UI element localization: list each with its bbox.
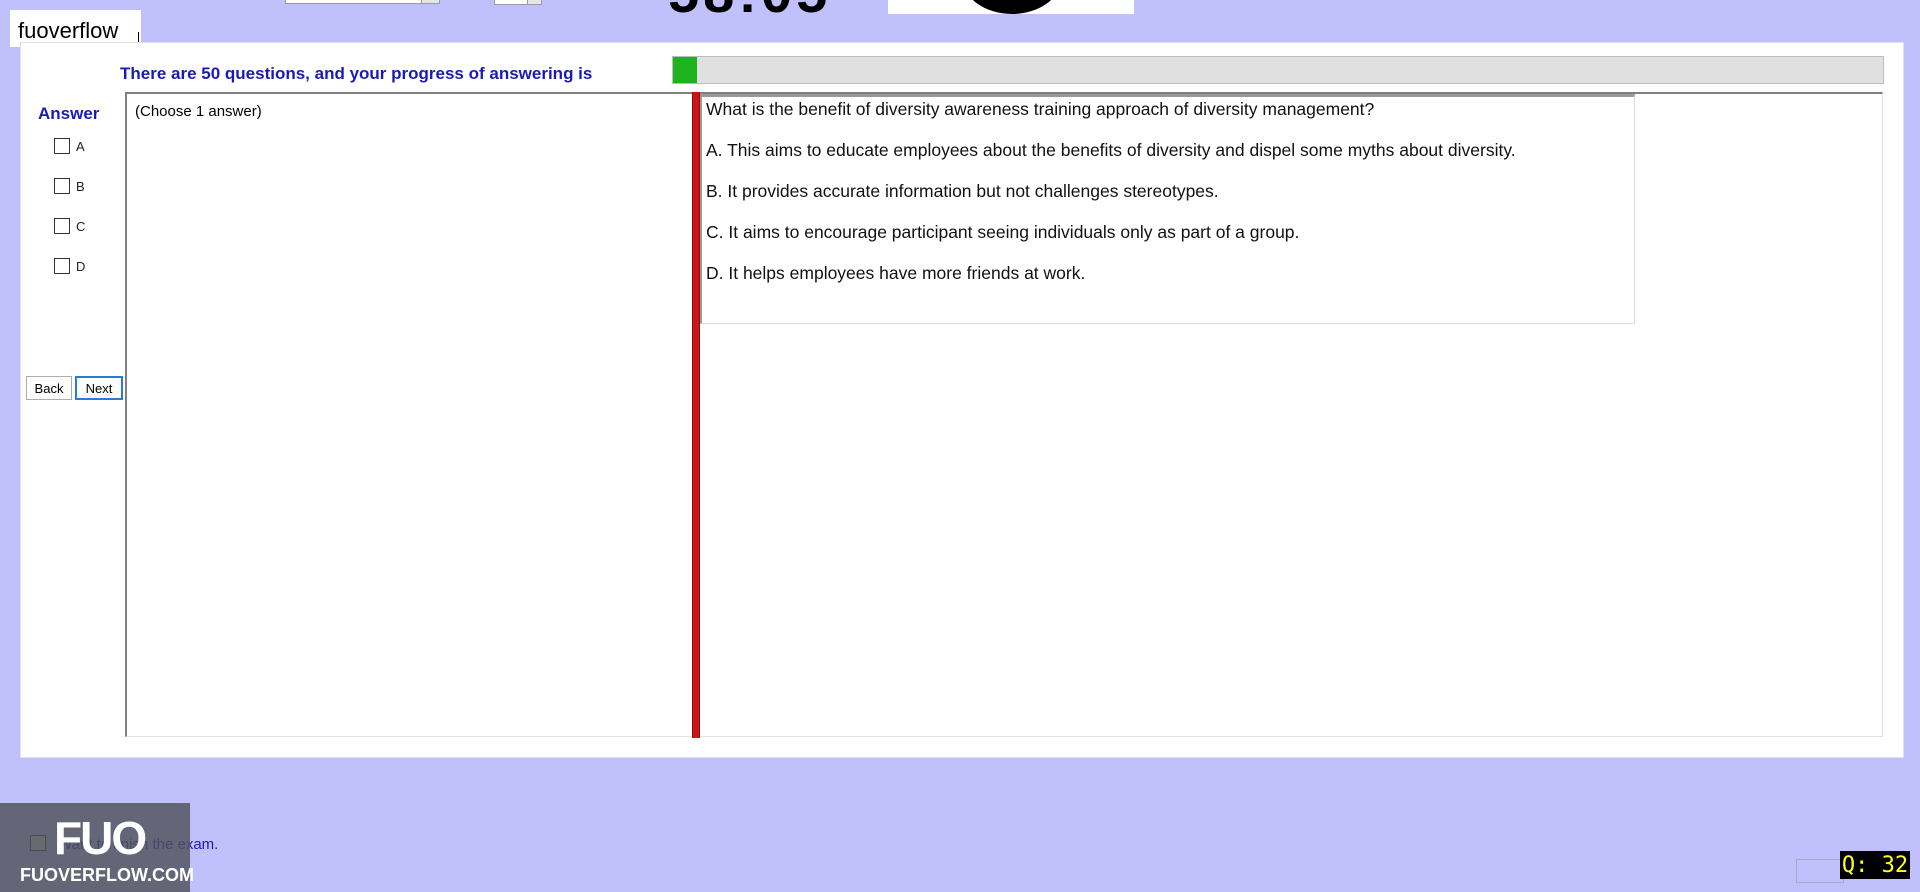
answer-option-c[interactable]: C xyxy=(54,218,85,234)
question-counter-badge: Q: 32 xyxy=(1840,851,1910,879)
small-input-box[interactable] xyxy=(1796,859,1844,883)
answer-option-c-label: C xyxy=(76,218,86,234)
top-spinbox[interactable] xyxy=(494,0,542,5)
dropdown-arrow-icon[interactable] xyxy=(421,0,439,3)
next-button[interactable]: Next xyxy=(75,376,123,400)
image-shape xyxy=(962,0,1062,14)
question-box xyxy=(700,94,1635,324)
logo-mark: FUO xyxy=(54,812,147,864)
progress-bar xyxy=(672,56,1884,84)
panel-splitter[interactable] xyxy=(692,92,700,738)
question-choice-d: D. It helps employees have more friends … xyxy=(706,263,1086,283)
answer-option-d-label: D xyxy=(76,258,86,274)
top-image-panel xyxy=(888,0,1134,14)
logo-wordmark: FUOVERFLOW.COM xyxy=(20,865,194,885)
top-combobox[interactable] xyxy=(285,0,440,4)
brand-label-text: fuoverflow xyxy=(18,18,119,43)
checkbox-b[interactable] xyxy=(54,178,70,194)
answer-option-d[interactable]: D xyxy=(54,258,85,274)
answer-option-b-label: B xyxy=(76,178,85,194)
checkbox-a[interactable] xyxy=(54,138,70,154)
answer-title: Answer xyxy=(38,104,100,123)
answer-option-a-label: A xyxy=(76,138,85,154)
spin-arrow-icon[interactable] xyxy=(527,0,541,4)
question-text: What is the benefit of diversity awarene… xyxy=(706,99,1375,119)
progress-bar-fill xyxy=(673,57,698,83)
back-button[interactable]: Back xyxy=(26,376,72,400)
question-choice-a: A. This aims to educate employees about … xyxy=(706,140,1516,160)
choose-hint: (Choose 1 answer) xyxy=(135,103,262,120)
watermark-logo: FUO FUOVERFLOW.COM xyxy=(0,803,194,892)
answer-option-a[interactable]: A xyxy=(54,138,85,154)
checkbox-d[interactable] xyxy=(54,258,70,274)
question-choice-c: C. It aims to encourage participant seei… xyxy=(706,222,1300,242)
question-choice-b: B. It provides accurate information but … xyxy=(706,181,1219,201)
answer-option-b[interactable]: B xyxy=(54,178,85,194)
timer-display: 58:05 xyxy=(668,0,836,14)
progress-text: There are 50 questions, and your progres… xyxy=(120,64,593,83)
checkbox-c[interactable] xyxy=(54,218,70,234)
timer-text: 58:05 xyxy=(668,0,831,14)
